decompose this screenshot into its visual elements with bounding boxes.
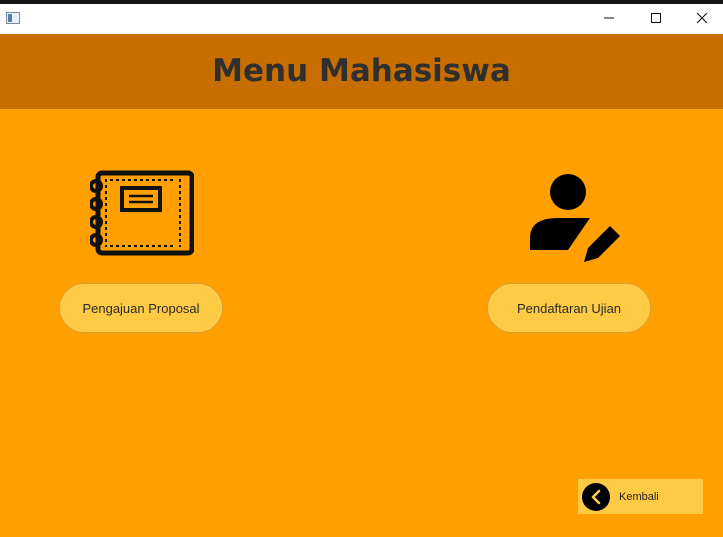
app-icon	[6, 12, 20, 24]
minimize-button[interactable]	[586, 4, 632, 32]
notebook-icon	[90, 170, 194, 256]
maximize-icon	[651, 13, 661, 23]
close-button[interactable]	[679, 4, 723, 32]
pendaftaran-ujian-button[interactable]: Pendaftaran Ujian	[487, 283, 651, 333]
chevron-left-icon	[582, 482, 610, 511]
back-button-label: Kembali	[619, 490, 659, 503]
back-button[interactable]: Kembali	[578, 479, 703, 514]
user-edit-icon	[530, 174, 620, 262]
minimize-icon	[604, 17, 614, 19]
close-icon	[696, 12, 708, 24]
header-bar: Menu Mahasiswa	[0, 34, 723, 109]
maximize-button[interactable]	[633, 4, 679, 32]
page-title: Menu Mahasiswa	[212, 52, 511, 89]
pengajuan-proposal-button[interactable]: Pengajuan Proposal	[59, 283, 223, 333]
